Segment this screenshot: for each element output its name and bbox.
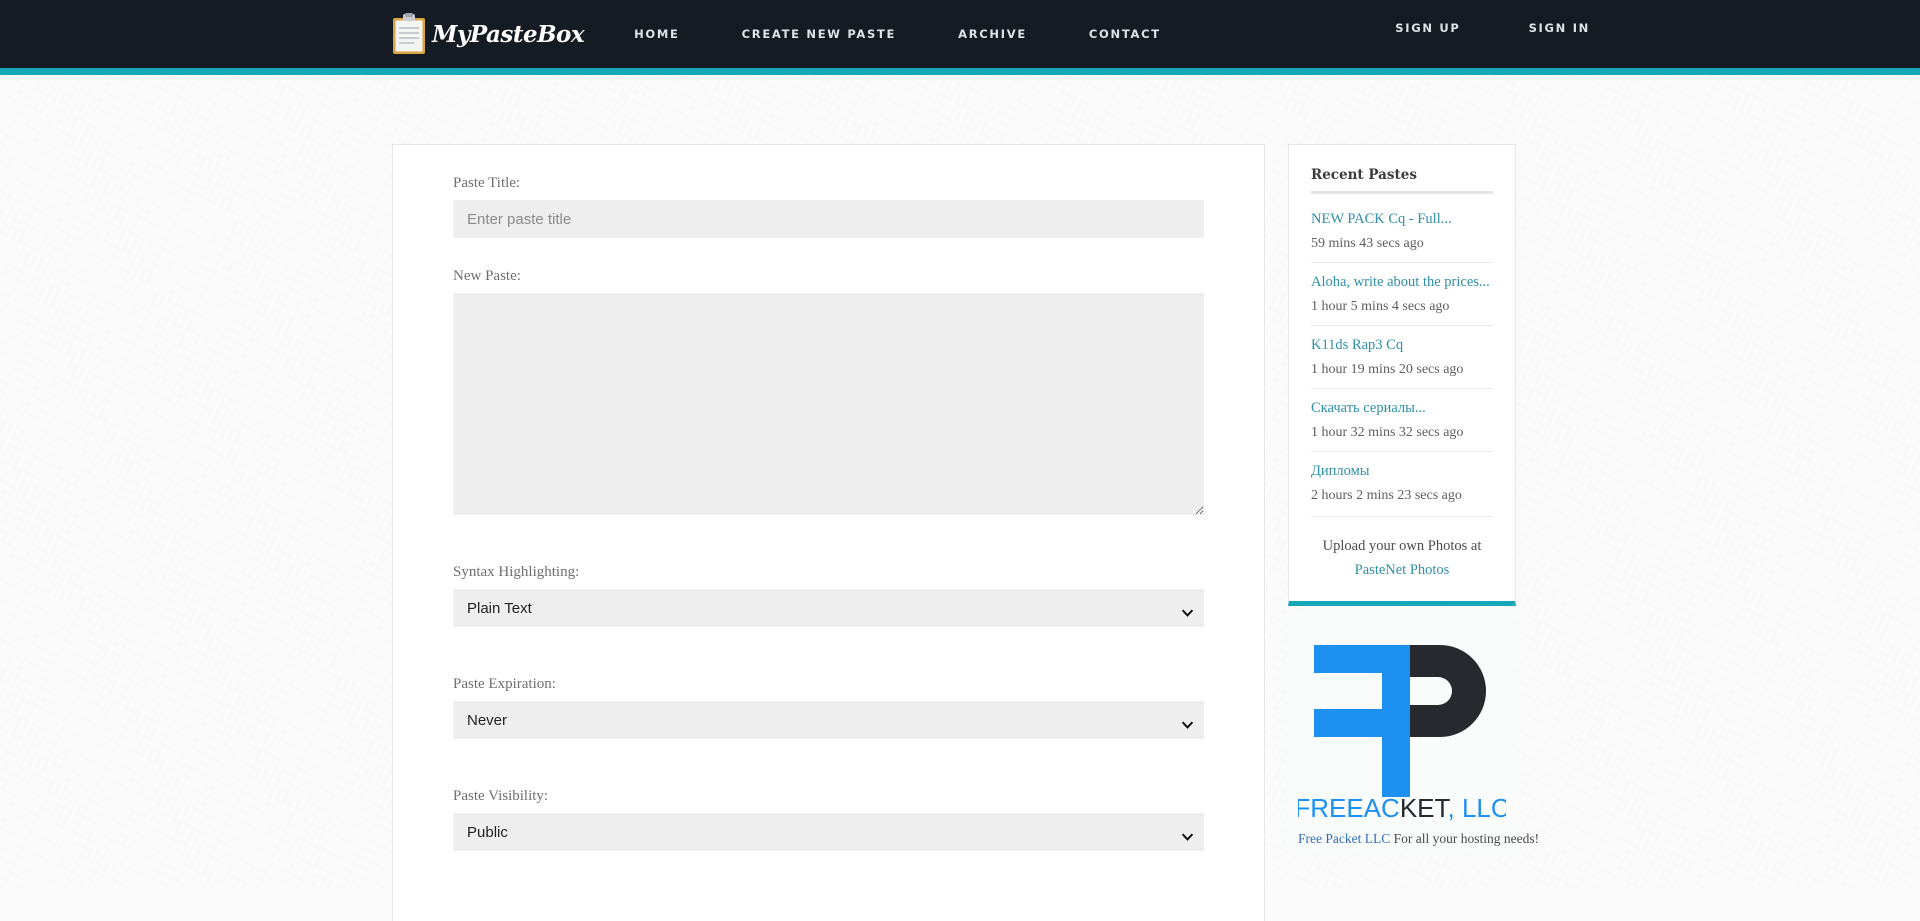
ad-caption: Free Packet LLC For all your hosting nee… <box>1298 831 1539 847</box>
sidebar: Recent Pastes NEW PACK Cq - Full... 59 m… <box>1288 144 1539 853</box>
sign-in-link[interactable]: SIGN IN <box>1529 21 1590 35</box>
recent-paste-time: 59 mins 43 secs ago <box>1311 236 1424 251</box>
svg-text:FREEACKET, LLC: FREEACKET, LLC <box>1298 793 1506 823</box>
paste-expiration-field: Paste Expiration: Never <box>453 676 1204 739</box>
new-paste-textarea[interactable] <box>453 293 1204 515</box>
paste-visibility-label: Paste Visibility: <box>453 788 549 804</box>
main-navigation: HOME CREATE NEW PASTE ARCHIVE CONTACT <box>634 17 1327 51</box>
nav-archive[interactable]: ARCHIVE <box>958 17 1027 51</box>
nav-create-new-paste[interactable]: CREATE NEW PASTE <box>742 17 897 51</box>
sign-up-link[interactable]: SIGN UP <box>1395 21 1460 35</box>
clipboard-icon <box>392 13 426 55</box>
syntax-highlighting-label: Syntax Highlighting: <box>453 564 580 580</box>
paste-title-label: Paste Title: <box>453 175 521 191</box>
list-item: K11ds Rap3 Cq 1 hour 19 mins 20 secs ago <box>1311 325 1493 388</box>
recent-paste-time: 1 hour 19 mins 20 secs ago <box>1311 362 1464 377</box>
recent-paste-link[interactable]: Скачать сериалы... <box>1311 400 1493 417</box>
pastenet-photos-link[interactable]: PasteNet Photos <box>1311 559 1493 583</box>
list-item: Скачать сериалы... 1 hour 32 mins 32 sec… <box>1311 388 1493 451</box>
new-paste-field: New Paste: <box>453 268 1204 515</box>
advertisement-banner[interactable]: FREEACKET, LLC Free Packet LLC For all y… <box>1288 610 1539 853</box>
nav-home[interactable]: HOME <box>634 17 680 51</box>
paste-title-input[interactable] <box>453 200 1204 238</box>
brand-name: MyPasteBox <box>432 20 585 48</box>
paste-expiration-label: Paste Expiration: <box>453 676 556 692</box>
auth-links: SIGN UP SIGN IN <box>1327 21 1590 47</box>
paste-visibility-select[interactable]: Public <box>453 813 1204 851</box>
list-item: NEW PACK Cq - Full... 59 mins 43 secs ag… <box>1311 211 1493 262</box>
ad-caption-text: For all your hosting needs! <box>1390 830 1540 846</box>
page-body: Paste Title: New Paste: Syntax Highlight… <box>0 75 1920 921</box>
recent-pastes-card: Recent Pastes NEW PACK Cq - Full... 59 m… <box>1288 144 1516 606</box>
recent-paste-time: 1 hour 5 mins 4 secs ago <box>1311 299 1450 314</box>
header-accent-bar <box>0 68 1920 75</box>
photos-promo: Upload your own Photos at PasteNet Photo… <box>1311 516 1493 583</box>
photos-promo-text: Upload your own Photos at <box>1322 538 1482 554</box>
ad-caption-link[interactable]: Free Packet LLC <box>1298 831 1390 846</box>
paste-expiration-select[interactable]: Never <box>453 701 1204 739</box>
syntax-highlighting-field: Syntax Highlighting: Plain Text <box>453 564 1204 627</box>
recent-paste-link[interactable]: K11ds Rap3 Cq <box>1311 337 1493 354</box>
recent-pastes-title: Recent Pastes <box>1311 167 1417 183</box>
list-item: Aloha, write about the prices... 1 hour … <box>1311 262 1493 325</box>
recent-paste-link[interactable]: Дипломы <box>1311 463 1493 480</box>
title-divider <box>1311 191 1493 194</box>
nav-contact[interactable]: CONTACT <box>1089 17 1161 51</box>
recent-paste-link[interactable]: NEW PACK Cq - Full... <box>1311 211 1493 228</box>
site-header: MyPasteBox HOME CREATE NEW PASTE ARCHIVE… <box>0 0 1920 68</box>
recent-paste-time: 1 hour 32 mins 32 secs ago <box>1311 425 1464 440</box>
paste-visibility-field: Paste Visibility: Public <box>453 788 1204 851</box>
recent-paste-time: 2 hours 2 mins 23 secs ago <box>1311 488 1462 503</box>
freeacket-logo: FREEACKET, LLC <box>1298 626 1506 827</box>
list-item: Дипломы 2 hours 2 mins 23 secs ago <box>1311 451 1493 514</box>
syntax-highlighting-select[interactable]: Plain Text <box>453 589 1204 627</box>
recent-paste-link[interactable]: Aloha, write about the prices... <box>1311 274 1493 291</box>
new-paste-form-card: Paste Title: New Paste: Syntax Highlight… <box>392 144 1265 921</box>
paste-title-field: Paste Title: <box>453 175 1204 238</box>
brand-logo-link[interactable]: MyPasteBox <box>392 13 585 55</box>
new-paste-label: New Paste: <box>453 268 521 284</box>
